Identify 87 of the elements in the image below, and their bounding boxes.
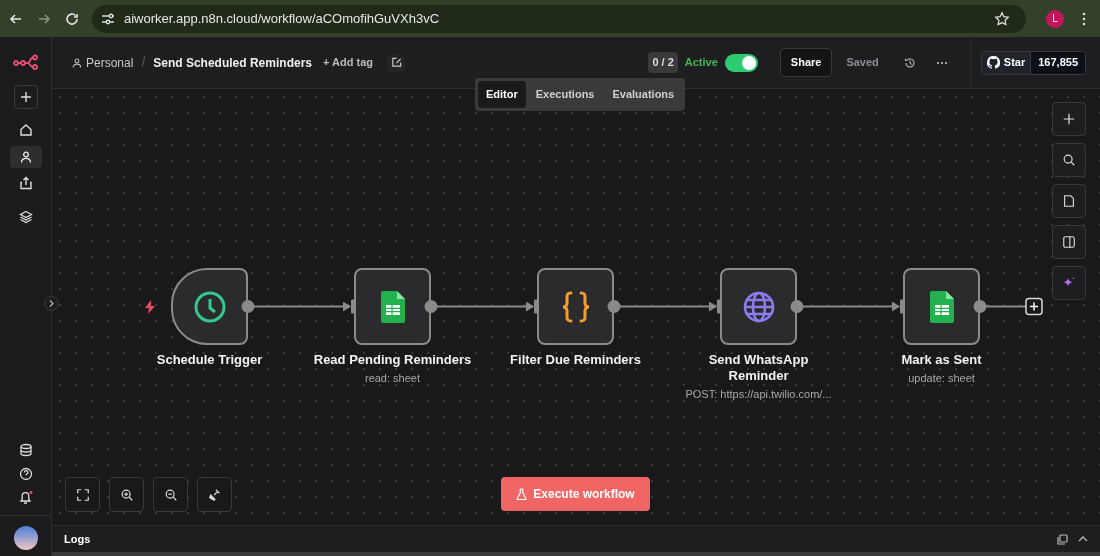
- search-icon: [1062, 153, 1076, 167]
- add-node-button[interactable]: [1052, 102, 1086, 136]
- lightning-icon: [144, 299, 156, 314]
- notification-bell-icon[interactable]: [17, 490, 34, 505]
- bookmark-star-icon[interactable]: [994, 10, 1010, 27]
- spreadsheet-icon: [380, 290, 405, 323]
- logo-icon[interactable]: [12, 54, 39, 70]
- profile-avatar[interactable]: L: [1046, 9, 1064, 28]
- node-title: Read Pending Reminders: [313, 352, 472, 368]
- address-bar[interactable]: aiworker.app.n8n.cloud/workflow/aCOmofihGuVXh3vC: [92, 4, 1026, 33]
- broom-icon: [207, 487, 222, 502]
- workflow-node[interactable]: [903, 268, 980, 345]
- edit-description-button[interactable]: [387, 53, 405, 72]
- zoom-out-icon: [163, 487, 178, 502]
- personal-nav-item[interactable]: [9, 146, 42, 168]
- workflow-name[interactable]: Send Scheduled Reminders: [153, 53, 312, 72]
- add-tag-link[interactable]: + Add tag: [323, 54, 373, 71]
- user-icon: [72, 57, 82, 68]
- output-handle[interactable]: [424, 300, 438, 313]
- counter-badge: 0 / 2: [648, 52, 678, 73]
- edit-icon: [390, 57, 402, 68]
- output-handle[interactable]: [973, 300, 987, 313]
- zoom-out-button[interactable]: [153, 477, 188, 512]
- user-icon: [19, 151, 32, 163]
- workflow-node[interactable]: [537, 268, 614, 345]
- search-button[interactable]: [1052, 143, 1086, 177]
- zoom-in-icon: [119, 487, 134, 502]
- spreadsheet-icon: [929, 290, 954, 323]
- logs-panel-title[interactable]: Logs: [64, 530, 1057, 548]
- templates-icon[interactable]: [18, 443, 33, 457]
- user-avatar[interactable]: [13, 526, 38, 550]
- input-handle[interactable]: [534, 299, 538, 314]
- node-title: Send WhatsApp Reminder: [707, 352, 810, 384]
- active-toggle[interactable]: [724, 53, 758, 72]
- input-handle[interactable]: [351, 299, 355, 314]
- note-icon: [1062, 194, 1076, 208]
- view-tab[interactable]: Executions: [527, 81, 603, 108]
- history-icon[interactable]: [903, 56, 916, 69]
- connection-line: [985, 305, 1027, 308]
- node-title: Mark as Sent: [901, 352, 982, 368]
- view-tab[interactable]: Evaluations: [604, 81, 683, 108]
- output-handle[interactable]: [241, 300, 255, 313]
- side-panel-button[interactable]: [1052, 225, 1086, 259]
- node-subtitle: POST: https://api.twilio.com/...: [685, 387, 832, 402]
- saved-status: Saved: [846, 55, 879, 71]
- trigger-node[interactable]: [171, 268, 248, 345]
- node-title: Schedule Trigger: [156, 352, 263, 368]
- chevron-up-icon[interactable]: [1078, 536, 1088, 542]
- layers-icon[interactable]: [18, 210, 33, 224]
- share-icon[interactable]: [18, 176, 33, 190]
- more-options-icon[interactable]: [935, 60, 948, 65]
- share-button[interactable]: Share: [779, 48, 833, 77]
- url-text: aiworker.app.n8n.cloud/workflow/aCOmofihGuVXh3vC: [124, 9, 441, 28]
- panel-icon: [1062, 235, 1076, 249]
- github-star-count: 167,855: [1030, 51, 1085, 74]
- add-button[interactable]: [13, 85, 38, 109]
- workflow-node[interactable]: [720, 268, 797, 345]
- view-tab[interactable]: Editor: [478, 81, 526, 108]
- clock-icon: [192, 289, 227, 324]
- plus-icon: [19, 91, 32, 103]
- plus-icon: [1062, 112, 1076, 126]
- node-subtitle: update: sheet: [908, 371, 975, 386]
- zoom-in-button[interactable]: [109, 477, 144, 512]
- github-icon: [986, 56, 1000, 69]
- breadcrumb-separator: /: [141, 53, 146, 72]
- output-handle[interactable]: [790, 300, 804, 313]
- globe-icon: [741, 289, 776, 324]
- flask-icon: [516, 488, 528, 500]
- help-icon[interactable]: [18, 467, 33, 481]
- workflow-node[interactable]: [354, 268, 431, 345]
- pop-out-icon[interactable]: [1057, 533, 1068, 545]
- fit-view-button[interactable]: [65, 477, 100, 512]
- project-breadcrumb[interactable]: Personal: [86, 53, 134, 72]
- input-handle[interactable]: [717, 299, 721, 314]
- chevron-right-icon: [49, 300, 54, 307]
- node-title: Filter Due Reminders: [510, 352, 641, 368]
- sticky-note-button[interactable]: [1052, 184, 1086, 218]
- reload-icon[interactable]: [64, 10, 80, 27]
- input-handle[interactable]: [900, 299, 904, 314]
- github-star-button[interactable]: Star 167,855: [980, 50, 1086, 75]
- github-star-label: Star: [1003, 55, 1026, 71]
- active-label: Active: [684, 55, 718, 71]
- output-handle[interactable]: [607, 300, 621, 313]
- tidy-up-button[interactable]: [197, 477, 232, 512]
- node-subtitle: read: sheet: [364, 371, 420, 386]
- fullscreen-icon: [75, 487, 90, 502]
- home-icon[interactable]: [18, 123, 33, 137]
